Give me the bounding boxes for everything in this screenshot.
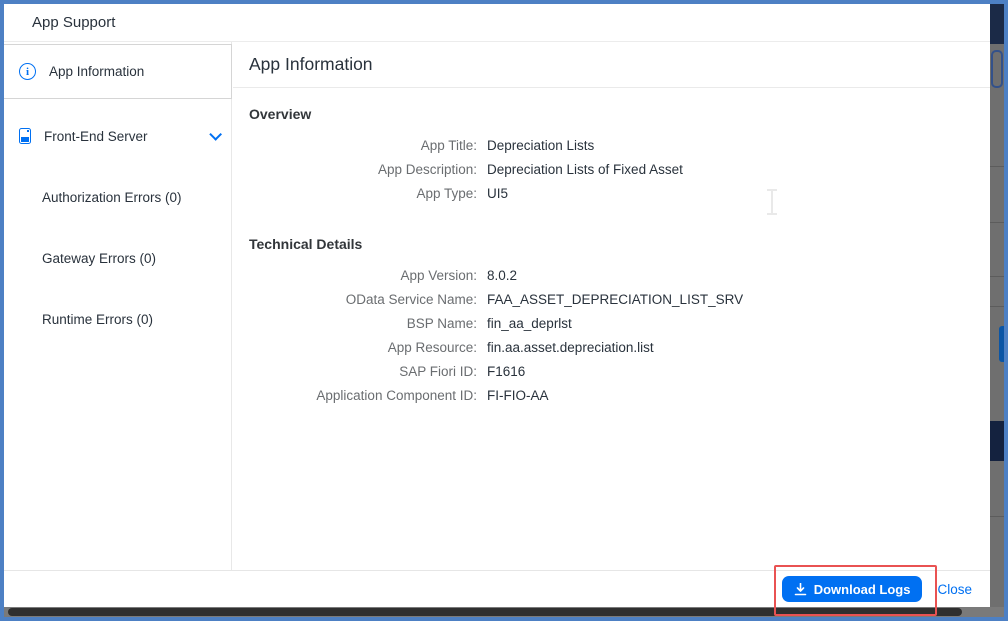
dialog-footer: Download Logs Close xyxy=(4,570,990,607)
dialog-title: App Support xyxy=(32,14,115,31)
overview-section: Overview App Title: Depreciation Lists A… xyxy=(233,106,990,206)
background-button-outline xyxy=(991,50,1003,88)
section-title-overview: Overview xyxy=(233,106,990,122)
background-row-line xyxy=(990,306,1004,307)
chevron-down-icon[interactable] xyxy=(209,128,222,141)
app-support-dialog: App Support i App Information Front-End … xyxy=(4,4,990,607)
field-odata-service-name: OData Service Name: FAA_ASSET_DEPRECIATI… xyxy=(233,288,990,312)
field-app-type: App Type: UI5 xyxy=(233,182,990,206)
sidebar-item-label: Runtime Errors (0) xyxy=(42,312,153,327)
field-label: Application Component ID: xyxy=(233,384,487,408)
background-row-line xyxy=(990,276,1004,277)
field-label: BSP Name: xyxy=(233,312,487,336)
field-label: App Title: xyxy=(233,134,487,158)
background-taskbar xyxy=(8,608,962,616)
background-app-bottom-strip xyxy=(4,607,1004,617)
screenshot-frame: App Support i App Information Front-End … xyxy=(0,0,1008,621)
field-label: App Version: xyxy=(233,264,487,288)
content-panel: App Information Overview App Title: Depr… xyxy=(233,42,990,570)
field-value: 8.0.2 xyxy=(487,264,517,288)
sidebar-item-front-end-server[interactable]: Front-End Server xyxy=(4,116,232,156)
field-label: App Description: xyxy=(233,158,487,182)
background-row-line xyxy=(990,222,1004,223)
field-value: FAA_ASSET_DEPRECIATION_LIST_SRV xyxy=(487,288,743,312)
sidebar-item-label: Authorization Errors (0) xyxy=(42,190,182,205)
field-value: UI5 xyxy=(487,182,508,206)
field-value: fin.aa.asset.depreciation.list xyxy=(487,336,654,360)
sidebar-item-app-information[interactable]: i App Information xyxy=(4,44,232,99)
field-app-description: App Description: Depreciation Lists of F… xyxy=(233,158,990,182)
field-app-title: App Title: Depreciation Lists xyxy=(233,134,990,158)
field-app-resource: App Resource: fin.aa.asset.depreciation.… xyxy=(233,336,990,360)
background-navy-block xyxy=(990,421,1004,461)
section-title-technical-details: Technical Details xyxy=(233,236,990,252)
background-app-right-strip xyxy=(990,4,1004,607)
background-row-line xyxy=(990,516,1004,517)
field-app-version: App Version: 8.0.2 xyxy=(233,264,990,288)
background-shell-header xyxy=(990,4,1004,44)
download-logs-label: Download Logs xyxy=(814,582,911,597)
field-value: fin_aa_deprlst xyxy=(487,312,572,336)
dialog-title-bar: App Support xyxy=(4,4,990,42)
background-scrollbar-thumb xyxy=(999,326,1004,362)
field-value: Depreciation Lists of Fixed Asset xyxy=(487,158,683,182)
field-sap-fiori-id: SAP Fiori ID: F1616 xyxy=(233,360,990,384)
sidebar-item-label: Gateway Errors (0) xyxy=(42,251,156,266)
download-icon xyxy=(794,583,807,596)
field-application-component-id: Application Component ID: FI-FIO-AA xyxy=(233,384,990,408)
download-logs-button[interactable]: Download Logs xyxy=(782,576,923,602)
sidebar-item-gateway-errors[interactable]: Gateway Errors (0) xyxy=(4,243,232,273)
sidebar-item-authorization-errors[interactable]: Authorization Errors (0) xyxy=(4,182,232,212)
info-icon: i xyxy=(19,63,36,80)
sidebar-item-label: App Information xyxy=(49,64,144,79)
field-value: F1616 xyxy=(487,360,525,384)
field-label: SAP Fiori ID: xyxy=(233,360,487,384)
field-label: App Resource: xyxy=(233,336,487,360)
field-value: Depreciation Lists xyxy=(487,134,594,158)
sidebar-item-runtime-errors[interactable]: Runtime Errors (0) xyxy=(4,304,232,334)
field-label: OData Service Name: xyxy=(233,288,487,312)
device-icon xyxy=(19,128,31,144)
sidebar: i App Information Front-End Server Autho… xyxy=(4,42,232,570)
field-label: App Type: xyxy=(233,182,487,206)
field-value: FI-FIO-AA xyxy=(487,384,549,408)
close-button[interactable]: Close xyxy=(937,582,972,597)
content-heading: App Information xyxy=(233,42,990,88)
sidebar-item-label: Front-End Server xyxy=(44,129,148,144)
background-row-line xyxy=(990,166,1004,167)
field-bsp-name: BSP Name: fin_aa_deprlst xyxy=(233,312,990,336)
technical-details-section: Technical Details App Version: 8.0.2 ODa… xyxy=(233,236,990,408)
